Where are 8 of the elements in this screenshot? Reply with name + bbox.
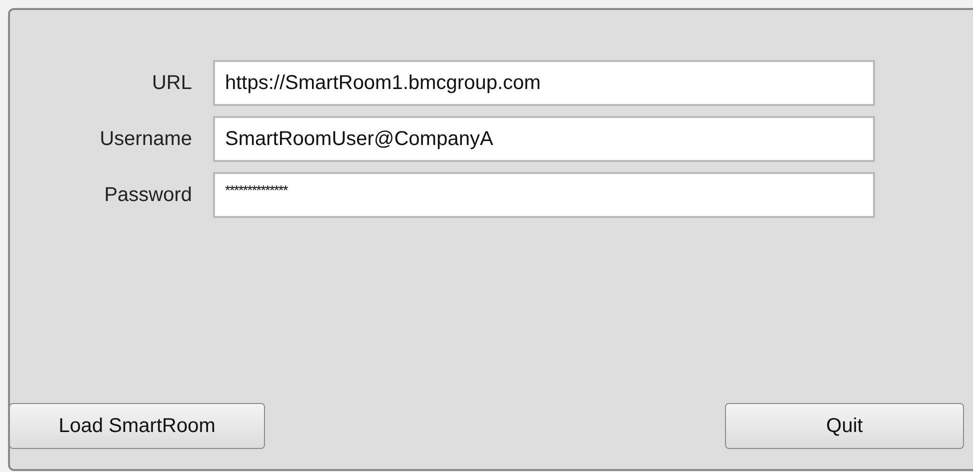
password-field[interactable]: ************** [213,172,875,218]
quit-button[interactable]: Quit [725,403,964,449]
input-field[interactable]: SmartRoomUser@CompanyA [213,116,875,162]
field-label: URL [150,72,192,94]
input-field[interactable]: https://SmartRoom1.bmcgroup.com [213,60,875,106]
load-button[interactable]: Load SmartRoom [9,403,265,449]
field-label: Username [98,128,192,150]
field-label: Password [103,184,192,206]
